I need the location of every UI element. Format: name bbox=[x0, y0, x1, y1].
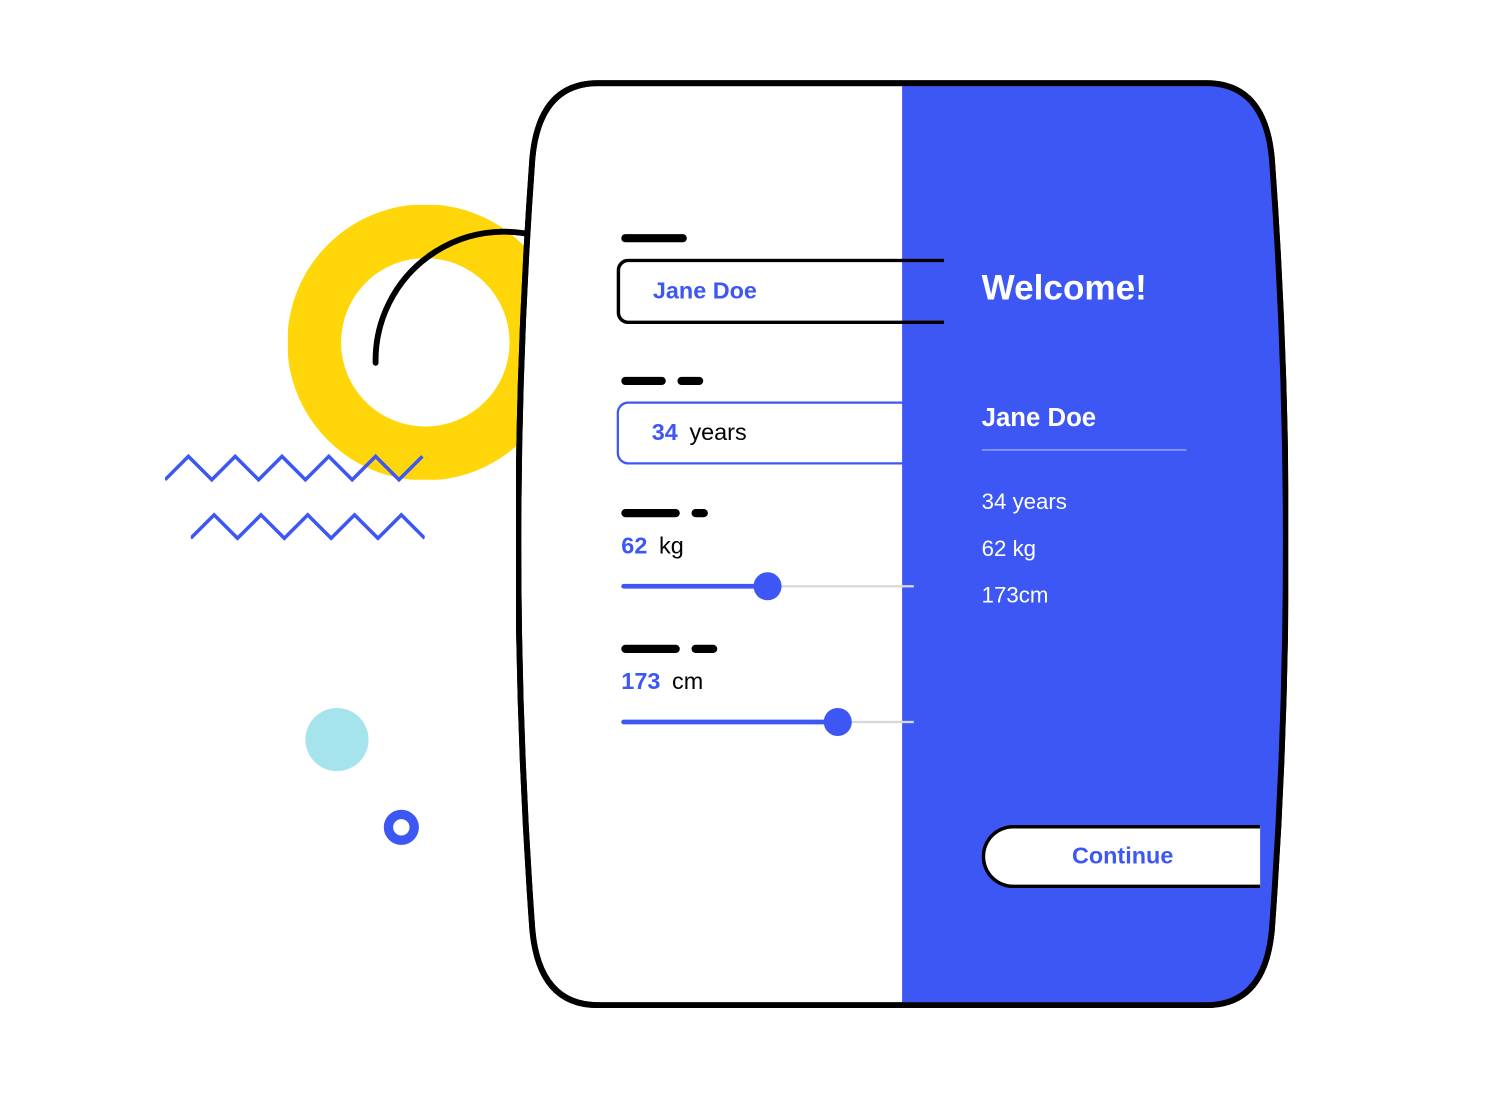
name-input[interactable]: Jane Doe bbox=[617, 259, 945, 325]
age-unit: years bbox=[689, 420, 746, 447]
summary-name: Jane Doe bbox=[982, 403, 1187, 451]
onboarding-card: Jane Doe 34 years 62 bbox=[516, 76, 1288, 1012]
name-input-value: Jane Doe bbox=[653, 278, 757, 305]
form-panel: Jane Doe 34 years 62 bbox=[621, 234, 972, 736]
cyan-dot-icon bbox=[305, 708, 368, 771]
height-readout: 173 cm bbox=[621, 669, 972, 696]
summary-age: 34 years bbox=[982, 490, 1251, 516]
summary-weight: 62 kg bbox=[982, 537, 1251, 563]
height-unit: cm bbox=[672, 669, 703, 696]
height-value: 173 bbox=[621, 669, 660, 696]
slider-thumb-icon[interactable] bbox=[754, 572, 782, 600]
age-input[interactable]: 34 years bbox=[617, 401, 945, 464]
height-slider[interactable] bbox=[621, 708, 914, 736]
continue-button-label: Continue bbox=[1072, 843, 1173, 870]
weight-field-block: 62 kg bbox=[621, 509, 972, 600]
welcome-heading: Welcome! bbox=[982, 269, 1251, 309]
zigzag-icon bbox=[165, 451, 434, 492]
slider-thumb-icon[interactable] bbox=[824, 708, 852, 736]
weight-value: 62 bbox=[621, 534, 647, 561]
label-placeholder-icon bbox=[621, 234, 972, 242]
label-placeholder-icon bbox=[621, 645, 972, 653]
weight-readout: 62 kg bbox=[621, 534, 972, 561]
label-placeholder-icon bbox=[621, 509, 972, 517]
summary-height: 173cm bbox=[982, 584, 1251, 610]
summary-panel: Welcome! Jane Doe 34 years 62 kg 173cm bbox=[982, 269, 1251, 631]
height-field-block: 173 cm bbox=[621, 645, 972, 736]
weight-unit: kg bbox=[659, 534, 684, 561]
label-placeholder-icon bbox=[621, 377, 972, 385]
age-value: 34 bbox=[652, 420, 678, 447]
blue-ring-icon bbox=[384, 810, 419, 845]
age-field-block: 34 years bbox=[621, 377, 972, 465]
continue-button[interactable]: Continue bbox=[982, 825, 1260, 888]
name-field-block: Jane Doe bbox=[621, 234, 972, 324]
weight-slider[interactable] bbox=[621, 572, 914, 600]
zigzag-icon bbox=[191, 509, 425, 550]
